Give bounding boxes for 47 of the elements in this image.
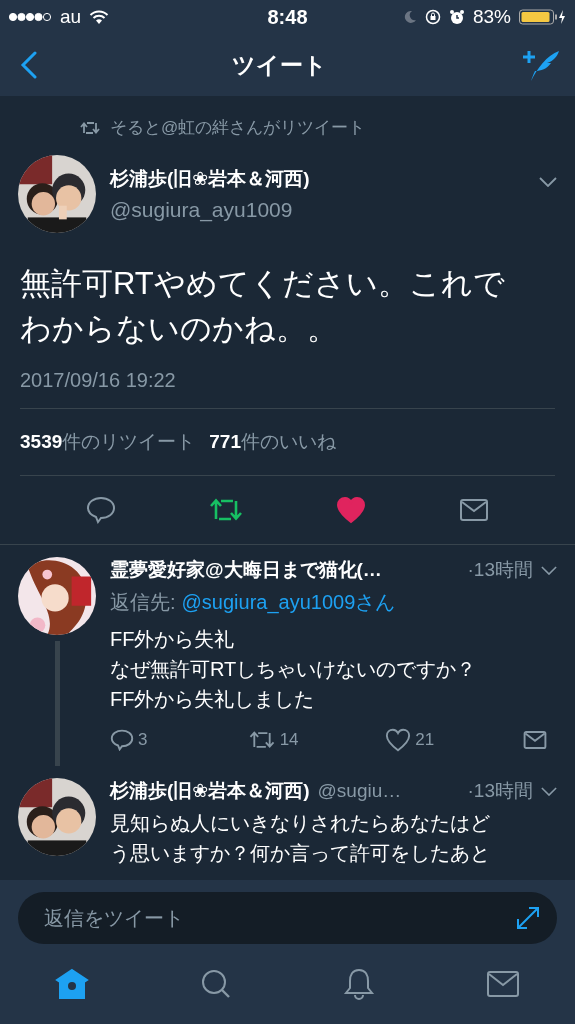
mail-tab[interactable] [486, 969, 521, 999]
alarm-icon [448, 9, 465, 25]
battery-percent: 83% [472, 6, 511, 28]
author-handle[interactable]: @sugiura_ayu1009 [110, 198, 525, 222]
like-action[interactable]: 21 [385, 728, 476, 752]
status-time: 8:48 [267, 5, 308, 29]
more-chevron-icon[interactable] [541, 786, 557, 796]
reply-text: 見知らぬ人にいきなりされたらあなたはど う思いますか？何か言って許可をしたあと [110, 811, 491, 866]
heart-icon[interactable] [335, 496, 366, 524]
author-name[interactable]: 杉浦歩(旧❀岩本＆河西) [110, 778, 310, 804]
author-name[interactable]: 霊夢愛好家@大晦日まで猫化(… [110, 557, 382, 583]
tweet-date: 2017/09/16 19:22 [20, 369, 555, 409]
mail-icon[interactable] [522, 730, 547, 750]
reply-icon[interactable] [86, 496, 117, 524]
retweet-icon [80, 120, 100, 135]
reply-action[interactable]: 3 [110, 729, 200, 751]
reply-to-link[interactable]: @sugiura_ayu1009さん [181, 589, 396, 616]
reply-time: ·13時間 [467, 779, 533, 803]
more-chevron-icon[interactable] [541, 565, 557, 575]
bell-tab[interactable] [342, 968, 377, 1000]
reply-time: ·13時間 [467, 558, 533, 582]
reply-to-label: 返信先: [110, 590, 176, 615]
retweet-icon [247, 730, 276, 750]
expand-icon[interactable] [515, 905, 541, 931]
battery-icon [519, 9, 567, 25]
carrier-name: au [60, 6, 82, 28]
more-chevron-icon[interactable] [539, 177, 557, 187]
screen-title: ツイート [232, 50, 327, 80]
wifi-icon [89, 9, 110, 25]
retweet-icon[interactable] [209, 497, 244, 523]
retweet-count[interactable]: 3539件のリツイート [20, 429, 196, 455]
rotation-lock-icon [424, 9, 441, 25]
mail-icon[interactable] [458, 498, 489, 522]
author-name[interactable]: 杉浦歩(旧❀岩本＆河西) [110, 166, 525, 192]
reply-icon [110, 729, 134, 751]
heart-icon [385, 728, 412, 752]
retweet-context: そると@虹の絆さんがリツイート [110, 117, 366, 139]
author-handle[interactable]: @sugiu… [317, 780, 460, 802]
like-count[interactable]: 771件のいいね [209, 429, 336, 455]
signal-icon [8, 12, 52, 22]
tweet-text: 無許可RTやめてください。これで わからないのかね。。 [20, 265, 506, 348]
reply-text: FF外から失礼 なぜ無許可RTしちゃいけないのですか？ FF外から失礼しました [110, 627, 478, 712]
back-button[interactable] [20, 51, 38, 79]
moon-icon [402, 10, 417, 24]
home-tab[interactable] [54, 968, 89, 1000]
retweet-action[interactable]: 14 [247, 730, 338, 750]
reply-input-field[interactable]: 返信をツイート [18, 892, 557, 944]
